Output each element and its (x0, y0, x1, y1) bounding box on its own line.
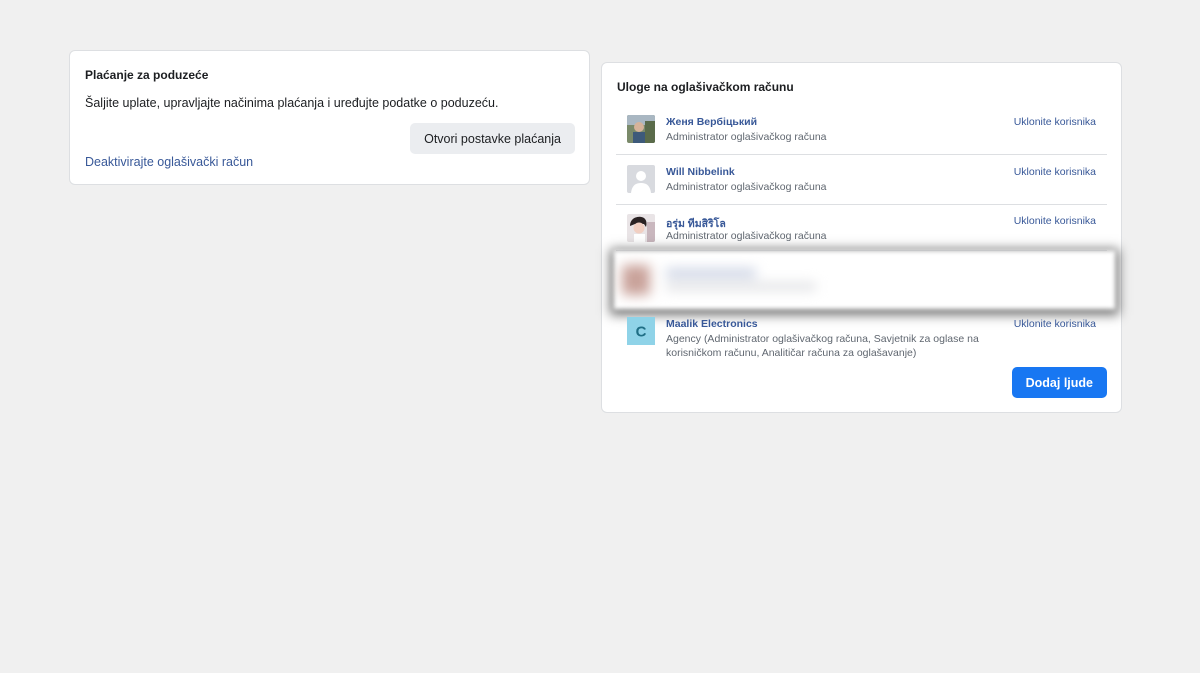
role-row: C Maalik Electronics Agency (Administrat… (616, 309, 1107, 369)
add-people-button[interactable]: Dodaj ljude (1011, 367, 1107, 398)
role-row: Will Nibbelink Administrator oglašivačko… (616, 155, 1107, 205)
blurred-avatar (622, 265, 650, 295)
remove-user-link[interactable]: Uklonite korisnika (1014, 116, 1096, 128)
blurred-role (666, 283, 816, 290)
role-row: Женя Вербіцький Administrator oglašivačk… (616, 105, 1107, 155)
remove-user-link[interactable]: Uklonite korisnika (1014, 166, 1096, 178)
member-name[interactable]: Женя Вербіцький (666, 116, 757, 128)
payment-card-title: Plaćanje za poduzeće (85, 68, 209, 82)
role-row-blurred (614, 251, 1115, 309)
remove-user-link[interactable]: Uklonite korisnika (1014, 318, 1096, 330)
avatar-letter: C (636, 324, 647, 341)
letter-avatar[interactable]: C (627, 317, 655, 345)
remove-user-link[interactable]: Uklonite korisnika (1014, 215, 1096, 227)
roles-card-title: Uloge na oglašivačkom računu (617, 80, 794, 94)
role-row: อรุ่ม ทีมสิริโล Administrator oglašivačk… (616, 205, 1107, 251)
member-role: Administrator oglašivačkog računa (666, 181, 827, 193)
photo-avatar[interactable] (627, 214, 655, 242)
payment-card: Plaćanje za poduzeće Šaljite uplate, upr… (69, 50, 590, 185)
blurred-name (666, 269, 756, 277)
blurred-content (616, 251, 1107, 309)
ad-account-roles-card: Uloge na oglašivačkom računu Женя Вербіц… (601, 62, 1122, 413)
member-name[interactable]: Maalik Electronics (666, 318, 758, 330)
default-user-avatar[interactable] (627, 165, 655, 193)
open-payment-settings-button[interactable]: Otvori postavke plaćanja (410, 123, 575, 154)
member-role: Agency (Administrator oglašivačkog račun… (666, 333, 979, 359)
photo-avatar[interactable] (627, 115, 655, 143)
roles-list: Женя Вербіцький Administrator oglašivačk… (614, 105, 1115, 369)
payment-description: Šaljite uplate, upravljajte načinima pla… (85, 96, 499, 110)
member-name[interactable]: Will Nibbelink (666, 166, 735, 178)
member-role: Administrator oglašivačkog računa (666, 230, 827, 242)
member-role: Administrator oglašivačkog računa (666, 131, 827, 143)
deactivate-ad-account-link[interactable]: Deaktivirajte oglašivački račun (85, 155, 253, 169)
